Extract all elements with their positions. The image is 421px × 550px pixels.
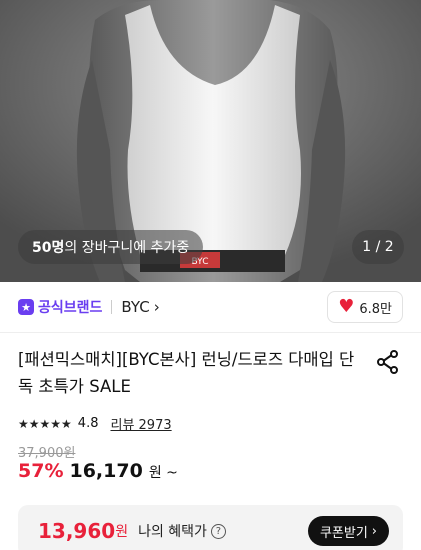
benefit-price: 13,960 — [38, 519, 116, 543]
sale-price-unit: 원 ~ — [148, 465, 178, 481]
rating-stars-icon: ★★★★★ — [18, 416, 72, 431]
get-coupon-button[interactable]: 쿠폰받기 › — [307, 516, 389, 546]
discount-rate: 57% — [18, 460, 64, 482]
like-count: 6.8만 — [359, 301, 392, 317]
cart-text: 의 장바구니에 추가중 — [64, 240, 190, 256]
heart-icon: ♥ — [338, 296, 355, 317]
rating-row: ★★★★★ 4.8 리뷰 2973 — [18, 414, 172, 433]
brand-link[interactable]: BYC › — [121, 298, 159, 316]
sale-price: 16,170 — [69, 460, 143, 482]
benefit-label: 나의 혜택가 — [138, 524, 207, 540]
divider — [111, 300, 113, 314]
product-title: [패션믹스매치][BYC본사] 런닝/드로즈 다매입 단독 초특가 SALE — [18, 350, 355, 396]
official-brand-label: 공식브랜드 — [38, 300, 103, 316]
price-row: 57% 16,170 원 ~ — [18, 460, 178, 482]
share-icon[interactable] — [374, 348, 402, 376]
cart-count: 50명 — [32, 240, 65, 256]
brand-name: BYC — [121, 298, 150, 316]
benefit-price-unit: 원 — [115, 524, 129, 540]
rating-value: 4.8 — [77, 416, 99, 431]
original-price: 37,900원 — [18, 446, 76, 461]
brand-row: ★ 공식브랜드 BYC › ♥ 6.8만 — [0, 282, 421, 332]
coupon-label: 쿠폰받기 — [319, 525, 368, 541]
product-image-carousel[interactable]: BYC 50명 의 장바구니에 추가중 1 / 2 — [0, 0, 421, 282]
section-divider — [0, 332, 421, 333]
like-button[interactable]: ♥ 6.8만 — [327, 291, 403, 323]
image-page-indicator: 1 / 2 — [352, 230, 404, 264]
help-icon[interactable]: ? — [210, 523, 226, 539]
cart-activity-badge: 50명 의 장바구니에 추가중 — [18, 230, 204, 264]
chevron-right-icon: › — [371, 523, 377, 539]
official-brand-badge: ★ 공식브랜드 — [18, 297, 102, 317]
review-link[interactable]: 리뷰 2973 — [110, 414, 171, 433]
official-star-icon: ★ — [18, 299, 34, 315]
chevron-right-icon: › — [153, 298, 160, 316]
my-benefit-box: 13,960 원 나의 혜택가 ? 쿠폰받기 › — [18, 505, 403, 550]
